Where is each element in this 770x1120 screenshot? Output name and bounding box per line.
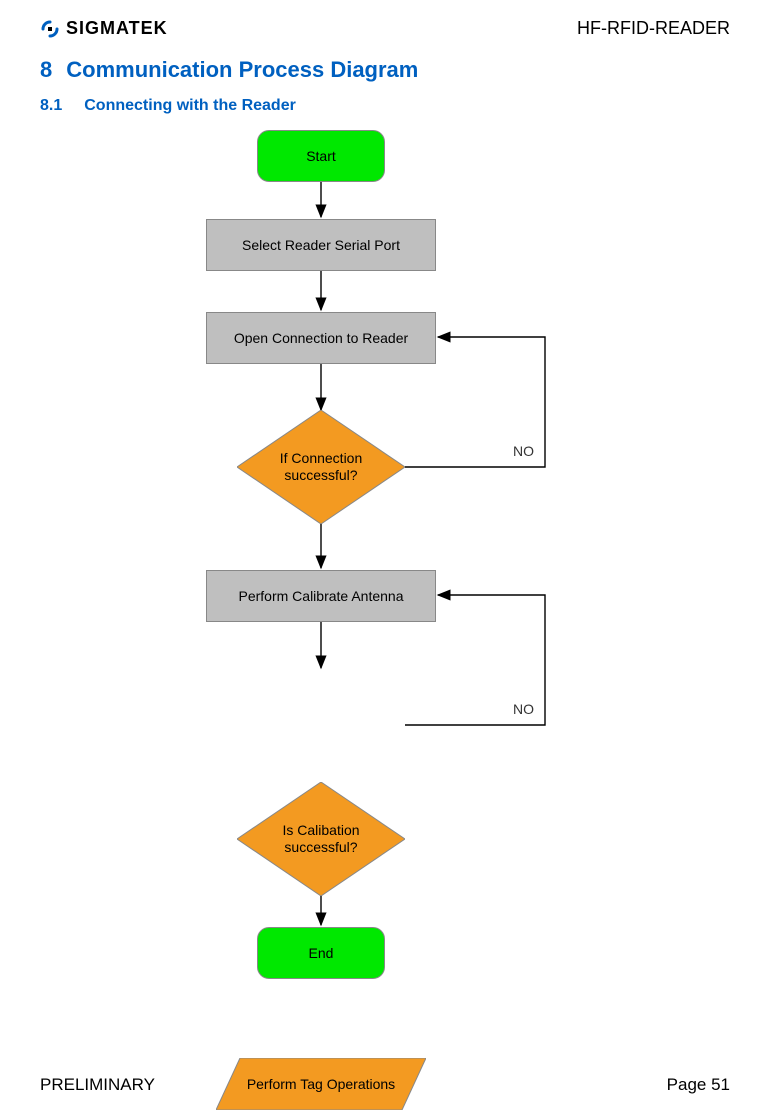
flow-select-port: Select Reader Serial Port — [206, 219, 436, 271]
flow-end-label: End — [309, 945, 334, 961]
heading-2-text: Connecting with the Reader — [84, 97, 296, 115]
logo-text: SIGMATEK — [66, 18, 168, 39]
flow-tag-ops-label: Perform Tag Operations — [247, 1076, 395, 1092]
flow-open-conn: Open Connection to Reader — [206, 312, 436, 364]
flow-end: End — [257, 927, 385, 979]
flow-calibrate: Perform Calibrate Antenna — [206, 570, 436, 622]
flow-start: Start — [257, 130, 385, 182]
footer-right: Page 51 — [667, 1075, 730, 1095]
no-label-1: NO — [513, 443, 534, 459]
footer-left: PRELIMINARY — [40, 1075, 155, 1095]
flow-conn-decision-label: If Connection successful? — [237, 450, 405, 484]
no-label-2: NO — [513, 701, 534, 717]
flow-conn-decision: If Connection successful? — [237, 410, 405, 524]
page-header: SIGMATEK HF-RFID-READER — [40, 18, 730, 39]
flow-calib-decision-label: Is Calibation successful? — [237, 822, 405, 856]
flow-open-conn-label: Open Connection to Reader — [234, 330, 408, 346]
heading-1: 8 Communication Process Diagram — [40, 57, 730, 83]
logo-mark-icon — [40, 19, 60, 39]
flowchart: Start Select Reader Serial Port Open Con… — [105, 125, 665, 1005]
flow-tag-ops: Perform Tag Operations — [216, 1058, 426, 1110]
heading-2: 8.1 Connecting with the Reader — [40, 97, 730, 115]
flow-calibrate-label: Perform Calibrate Antenna — [239, 588, 404, 604]
doc-title: HF-RFID-READER — [577, 18, 730, 39]
flow-start-label: Start — [306, 148, 336, 164]
flow-select-port-label: Select Reader Serial Port — [242, 237, 400, 253]
flow-calib-decision: Is Calibation successful? — [237, 782, 405, 896]
logo: SIGMATEK — [40, 18, 168, 39]
heading-2-number: 8.1 — [40, 97, 62, 115]
heading-1-text: Communication Process Diagram — [66, 57, 418, 83]
heading-1-number: 8 — [40, 57, 52, 83]
